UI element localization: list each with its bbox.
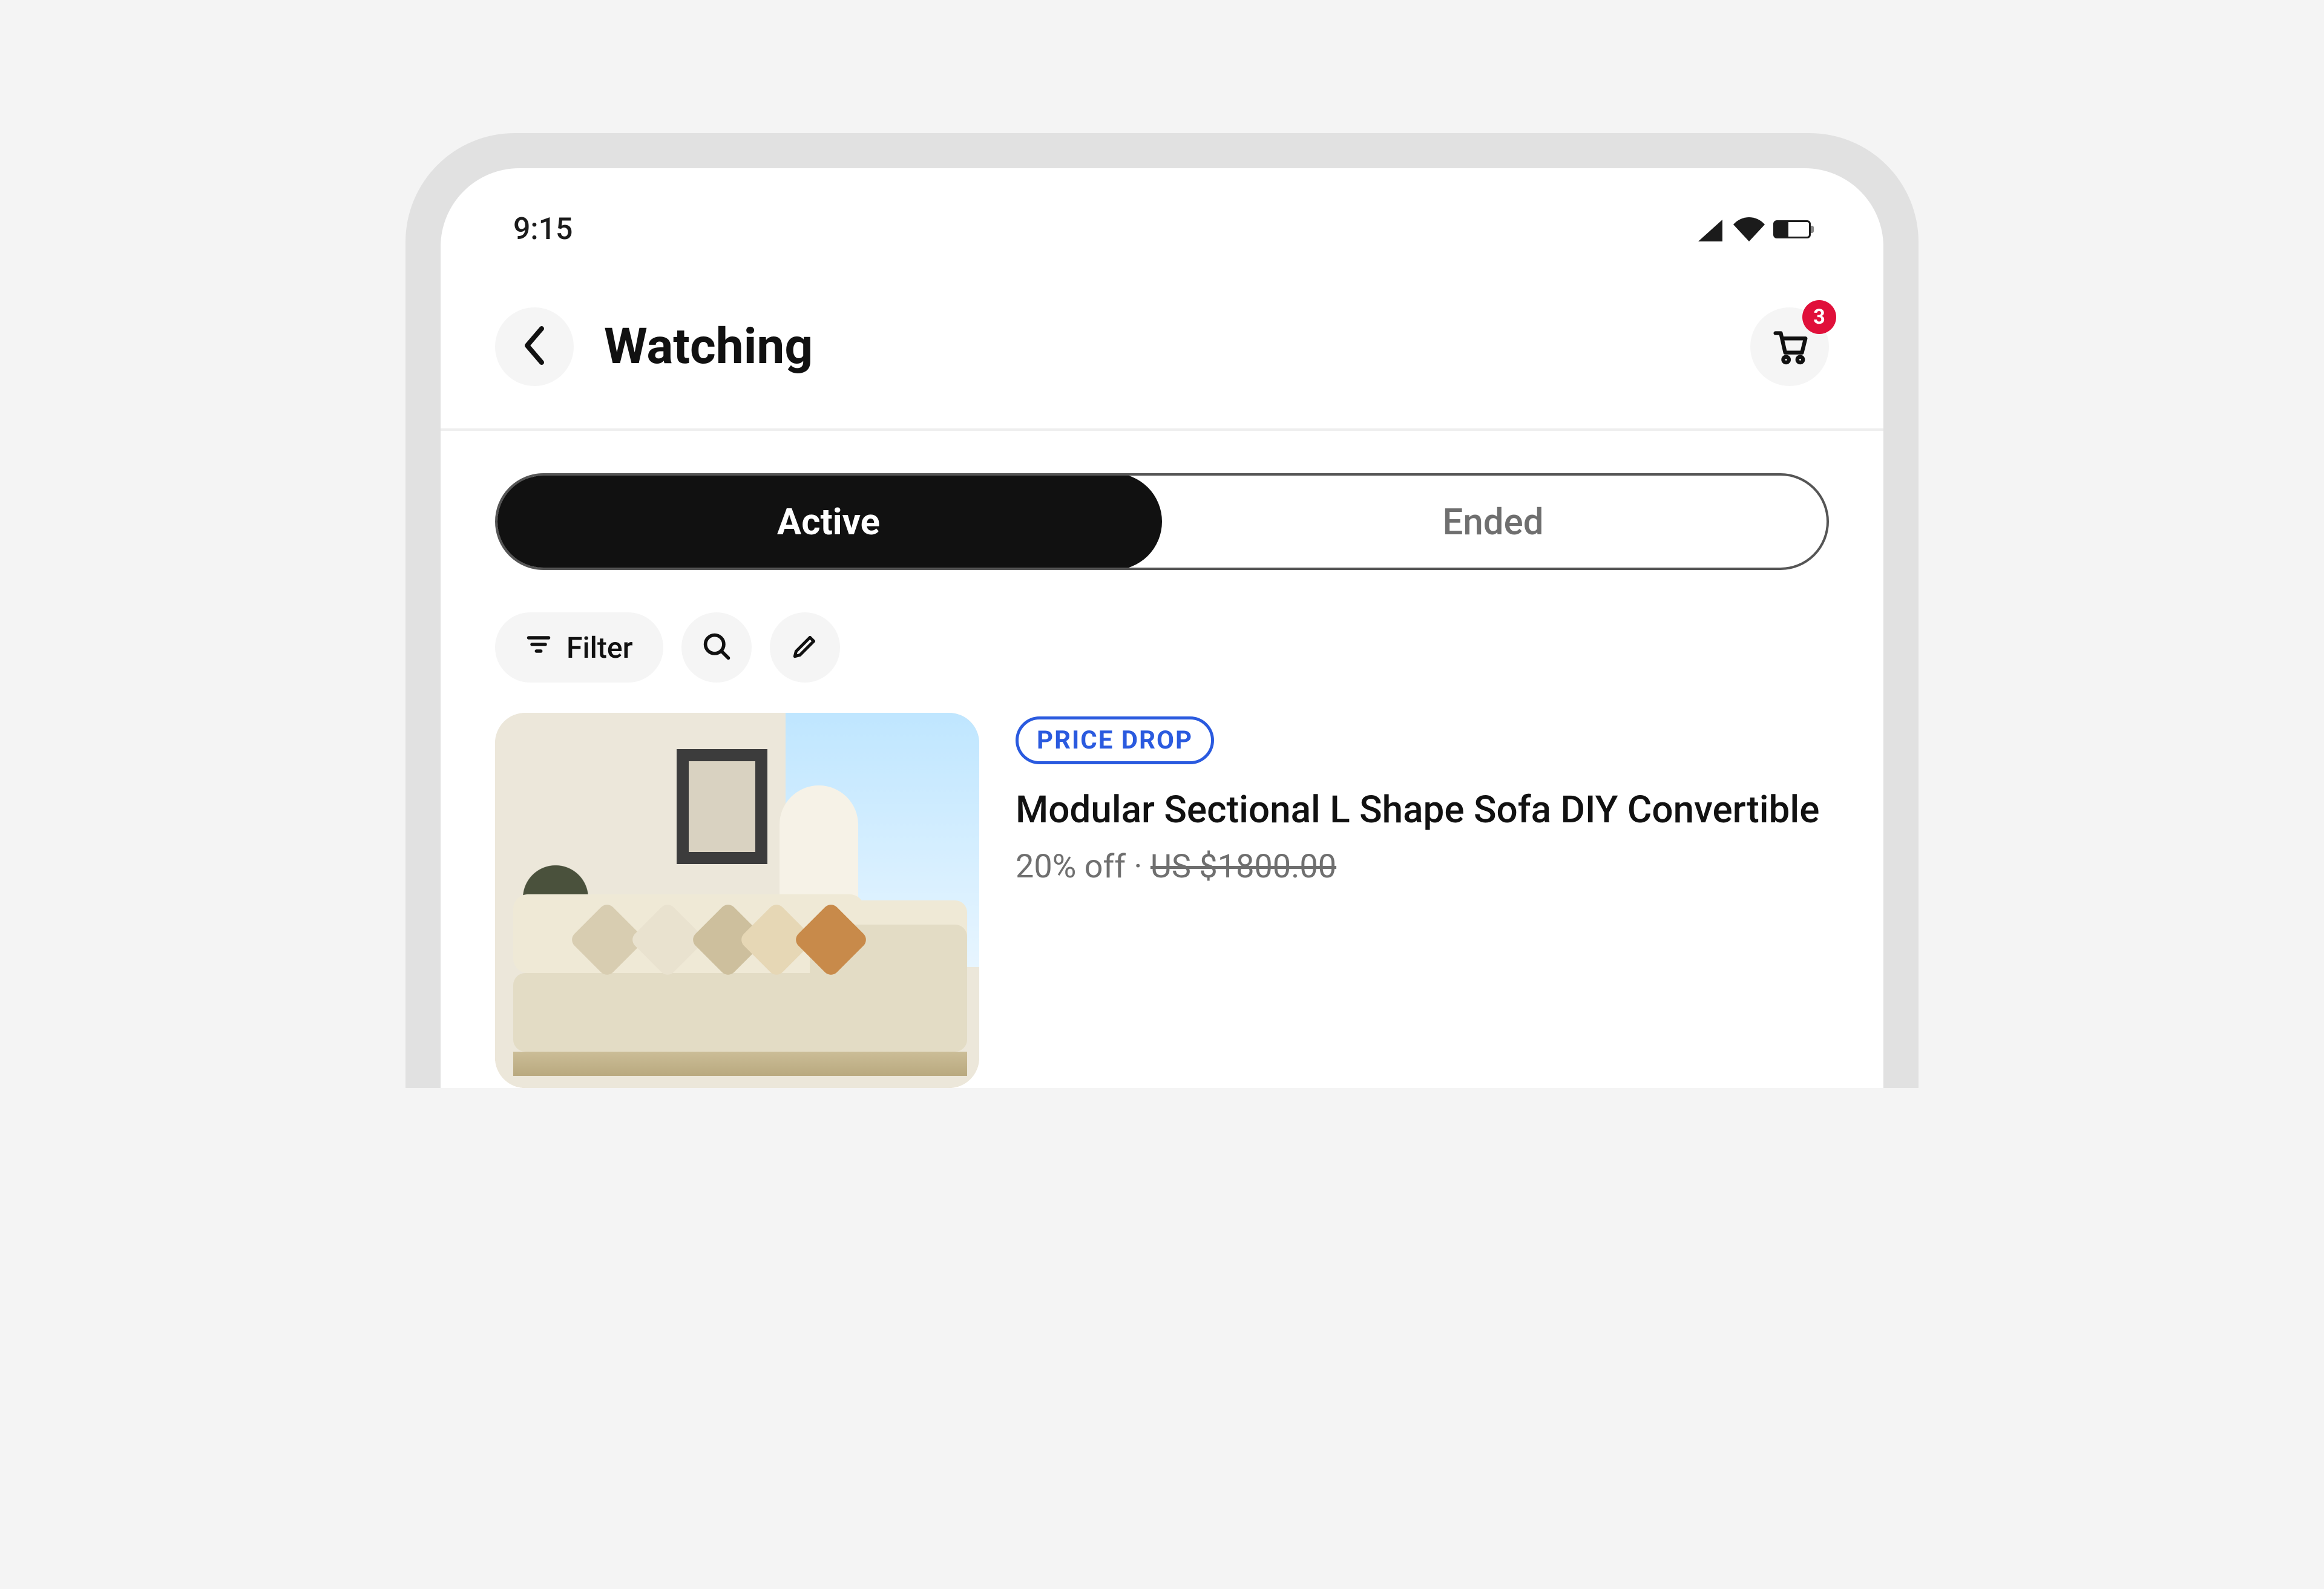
filter-button[interactable]: Filter <box>495 612 663 683</box>
separator: · <box>1126 848 1151 886</box>
search-button[interactable] <box>681 612 752 683</box>
back-button[interactable] <box>495 307 574 386</box>
pencil-icon <box>790 631 820 664</box>
page-title: Watching <box>604 318 1720 376</box>
listing-item[interactable]: PRICE DROP Modular Sectional L Shape Sof… <box>441 713 1883 1088</box>
tab-active[interactable]: Active <box>495 473 1162 570</box>
listing-info: PRICE DROP Modular Sectional L Shape Sof… <box>1016 713 1829 886</box>
tab-ended[interactable]: Ended <box>1160 476 1827 568</box>
original-price: US $1800.00 <box>1151 848 1336 886</box>
app-header: Watching 3 <box>441 259 1883 428</box>
filter-icon <box>525 631 552 665</box>
search-icon <box>701 631 732 664</box>
battery-icon <box>1773 220 1811 238</box>
listing-subline: 20% off · US $1800.00 <box>1016 848 1829 886</box>
screen: 9:15 Watching <box>441 168 1883 1088</box>
tabs-container: Active Ended <box>441 431 1883 594</box>
listing-title: Modular Sectional L Shape Sofa DIY Conve… <box>1016 785 1829 836</box>
filter-label: Filter <box>566 631 633 665</box>
wifi-icon <box>1733 217 1765 241</box>
cart-badge: 3 <box>1802 300 1836 334</box>
device-frame: 9:15 Watching <box>405 133 1919 1088</box>
segmented-control: Active Ended <box>495 473 1829 570</box>
status-bar: 9:15 <box>441 168 1883 259</box>
discount-text: 20% off <box>1016 848 1126 886</box>
cart-icon <box>1768 324 1811 369</box>
cellular-icon <box>1696 217 1725 241</box>
status-icons <box>1696 217 1811 241</box>
price-drop-badge: PRICE DROP <box>1016 716 1214 764</box>
chevron-left-icon <box>520 324 549 370</box>
action-row: Filter <box>441 594 1883 713</box>
listing-thumbnail <box>495 713 979 1088</box>
edit-button[interactable] <box>770 612 840 683</box>
cart-button[interactable]: 3 <box>1750 307 1829 386</box>
status-time: 9:15 <box>513 212 573 247</box>
